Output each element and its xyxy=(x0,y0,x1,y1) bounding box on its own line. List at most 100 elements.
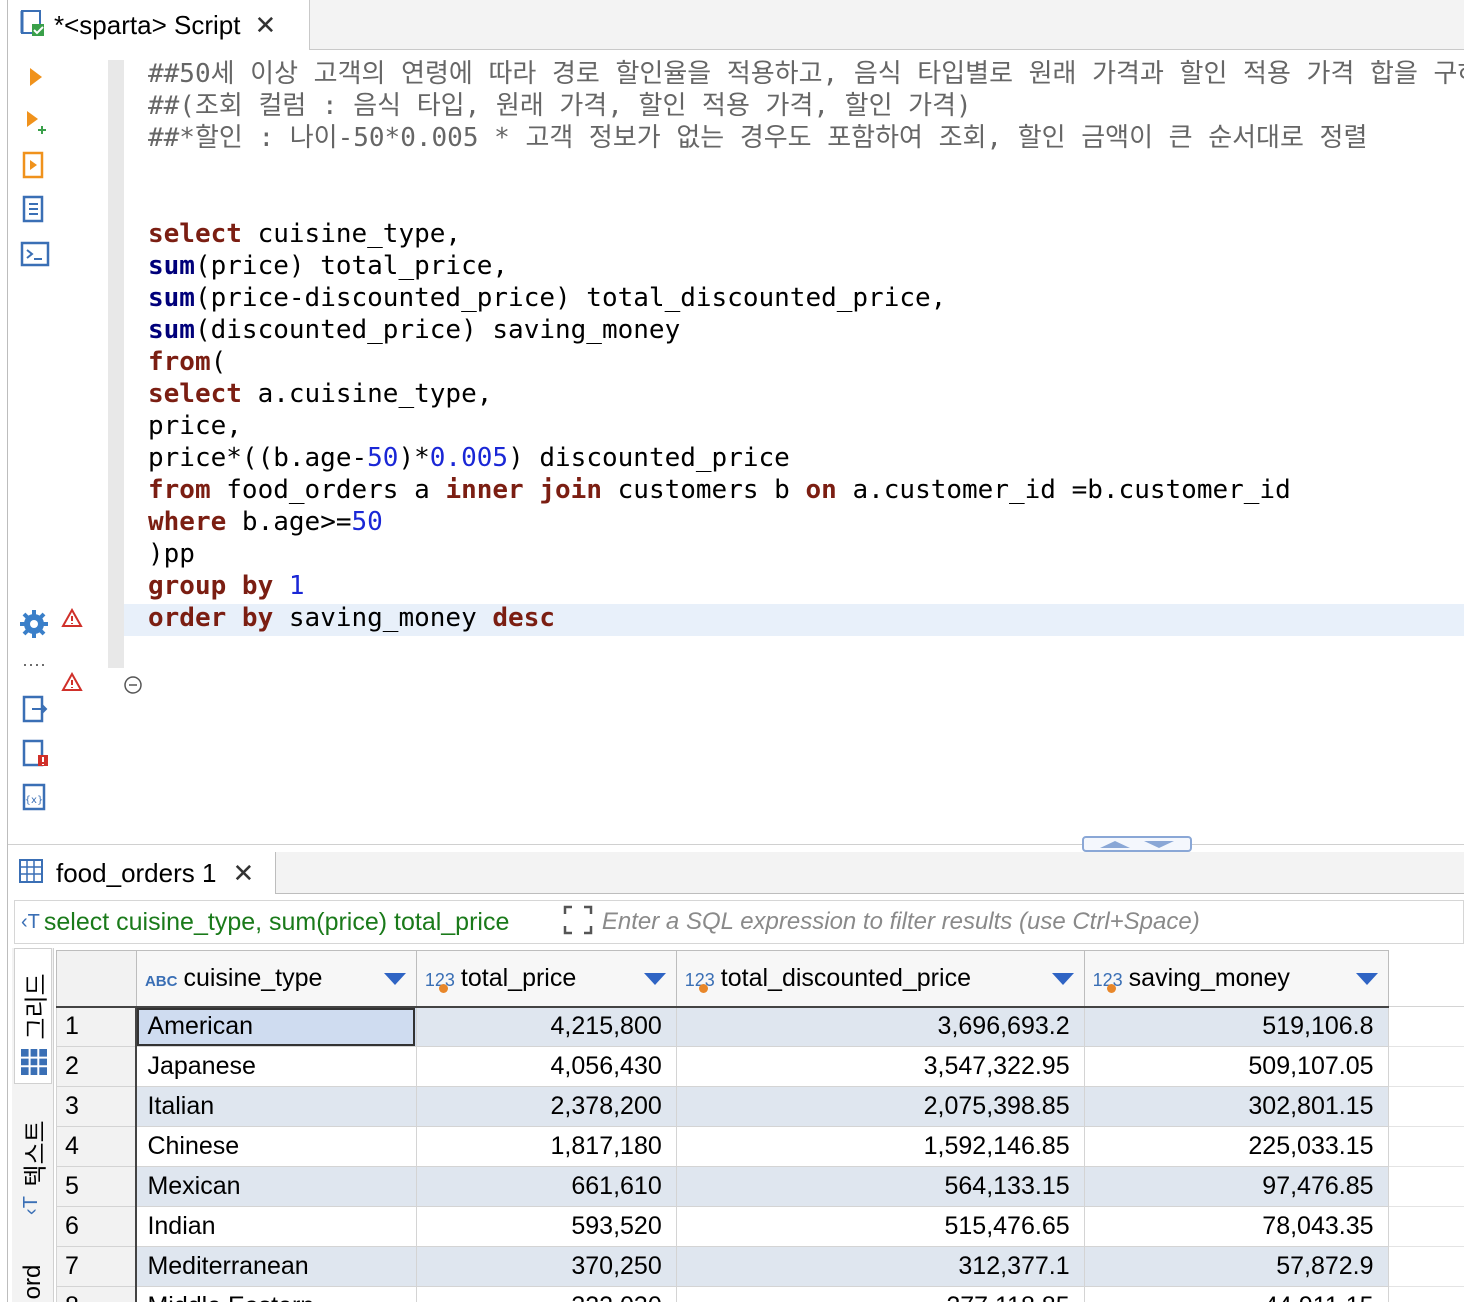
sort-dropdown-icon[interactable] xyxy=(1355,973,1378,985)
column-header-cuisine-type[interactable]: ABC cuisine_type xyxy=(135,950,417,1008)
code-line[interactable]: )pp xyxy=(148,538,195,570)
code-line[interactable]: select a.cuisine_type, xyxy=(148,378,492,410)
cell-total-discounted-price[interactable]: 1,592,146.85 xyxy=(675,1126,1085,1167)
sort-dropdown-icon[interactable] xyxy=(1051,973,1074,985)
code-line[interactable]: select cuisine_type, xyxy=(148,218,461,250)
table-row[interactable]: 5 Mexican 661,610 564,133.15 97,476.85 xyxy=(56,1166,1464,1207)
table-row[interactable]: 1 American 4,215,800 3,696,693.2 519,106.8 xyxy=(56,1006,1464,1047)
code-comment-line[interactable]: ##50세 이상 고객의 연령에 따라 경로 할인율을 적용하고, 음식 타입별… xyxy=(148,58,1464,90)
cell-saving-money[interactable]: 509,107.05 xyxy=(1083,1046,1389,1087)
row-number[interactable]: 8 xyxy=(56,1286,138,1302)
code-line[interactable]: order by saving_money desc xyxy=(148,602,555,634)
table-row[interactable]: 3 Italian 2,378,200 2,075,398.85 302,801.15 xyxy=(56,1086,1464,1127)
cell-cuisine-type[interactable]: Middle Eastern xyxy=(135,1286,417,1302)
cell-saving-money[interactable]: 57,872.9 xyxy=(1083,1246,1389,1287)
execute-new-tab-icon[interactable] xyxy=(22,108,50,136)
cell-saving-money[interactable]: 78,043.35 xyxy=(1083,1206,1389,1247)
terminal-icon[interactable] xyxy=(20,240,50,268)
view-tab-text[interactable]: 텍스트 ‹T xyxy=(14,1110,52,1230)
left-border xyxy=(7,0,8,1302)
row-number[interactable]: 5 xyxy=(56,1166,138,1207)
row-number[interactable]: 3 xyxy=(56,1086,138,1127)
settings-gear-icon[interactable] xyxy=(18,608,50,640)
cell-saving-money[interactable]: 519,106.8 xyxy=(1083,1006,1389,1047)
column-name: saving_money xyxy=(1128,963,1290,992)
column-header-total-discounted-price[interactable]: 123 total_discounted_price xyxy=(675,950,1085,1008)
row-number[interactable]: 4 xyxy=(56,1126,138,1167)
table-row[interactable]: 2 Japanese 4,056,430 3,547,322.95 509,107.05 xyxy=(56,1046,1464,1087)
expand-icon[interactable] xyxy=(562,904,594,941)
svg-text:{x}: {x} xyxy=(25,795,44,806)
cell-total-price[interactable]: 661,610 xyxy=(415,1166,677,1207)
row-number-header[interactable] xyxy=(56,950,137,1008)
table-row[interactable]: 8Middle Eastern322,030277,118.8544,911.1… xyxy=(56,1286,1464,1302)
cell-total-price[interactable]: 370,250 xyxy=(415,1246,677,1287)
cell-cuisine-type[interactable]: Chinese xyxy=(135,1126,417,1167)
error-log-icon[interactable] xyxy=(20,738,50,768)
cell-saving-money[interactable]: 97,476.85 xyxy=(1083,1166,1389,1207)
cell-saving-money[interactable]: 44,911.15 xyxy=(1083,1286,1389,1302)
cell-cuisine-type[interactable]: American xyxy=(135,1006,417,1047)
code-line[interactable]: sum(discounted_price) saving_money xyxy=(148,314,680,346)
cell-saving-money[interactable]: 302,801.15 xyxy=(1083,1086,1389,1127)
code-comment-line[interactable]: ##*할인 : 나이-50*0.005 * 고객 정보가 없는 경우도 포함하여… xyxy=(148,122,1367,154)
cell-total-price[interactable]: 4,056,430 xyxy=(415,1046,677,1087)
variables-icon[interactable]: {x} xyxy=(20,782,50,812)
table-row[interactable]: 4 Chinese 1,817,180 1,592,146.85 225,033.15 xyxy=(56,1126,1464,1167)
code-line[interactable]: sum(price) total_price, xyxy=(148,250,508,282)
cell-total-price[interactable]: 2,378,200 xyxy=(415,1086,677,1127)
sort-dropdown-icon[interactable] xyxy=(643,973,666,985)
close-icon[interactable]: ✕ xyxy=(254,10,276,41)
column-header-saving-money[interactable]: 123 saving_money xyxy=(1083,950,1389,1008)
results-tab-food-orders[interactable]: food_orders 1 ✕ xyxy=(8,852,276,894)
cell-cuisine-type[interactable]: Mediterranean xyxy=(135,1246,417,1287)
export-icon[interactable] xyxy=(20,694,50,724)
cell-cuisine-type[interactable]: Italian xyxy=(135,1086,417,1127)
code-line[interactable]: where b.age>=50 xyxy=(148,506,383,538)
cell-total-discounted-price[interactable]: 3,547,322.95 xyxy=(675,1046,1085,1087)
cell-total-discounted-price[interactable]: 2,075,398.85 xyxy=(675,1086,1085,1127)
column-header-total-price[interactable]: 123 total_price xyxy=(415,950,677,1008)
results-grid[interactable]: ABC cuisine_type 123 total_price 123 total_… xyxy=(56,950,1464,1302)
results-table: ABC cuisine_type 123 total_price 123 total_… xyxy=(56,950,1464,1302)
execute-script-icon[interactable] xyxy=(20,150,48,180)
cell-total-price[interactable]: 322,030 xyxy=(415,1286,677,1302)
cell-cuisine-type[interactable]: Mexican xyxy=(135,1166,417,1207)
cell-total-price[interactable]: 1,817,180 xyxy=(415,1126,677,1167)
filter-input[interactable]: Enter a SQL expression to filter results… xyxy=(602,908,1200,936)
code-line[interactable]: sum(price-discounted_price) total_discou… xyxy=(148,282,946,314)
execute-statement-icon[interactable] xyxy=(22,64,48,90)
cell-total-discounted-price[interactable]: 312,377.1 xyxy=(675,1246,1085,1287)
cell-total-price[interactable]: 593,520 xyxy=(415,1206,677,1247)
code-line[interactable]: from food_orders a inner join customers … xyxy=(148,474,1291,506)
row-number[interactable]: 6 xyxy=(56,1206,138,1247)
table-row[interactable]: 7 Mediterranean 370,250 312,377.1 57,872.9 xyxy=(56,1246,1464,1287)
more-dots-icon[interactable]: ···· xyxy=(18,654,50,674)
cell-cuisine-type[interactable]: Indian xyxy=(135,1206,417,1247)
table-row[interactable]: 6 Indian 593,520 515,476.65 78,043.35 xyxy=(56,1206,1464,1247)
cell-total-discounted-price[interactable]: 3,696,693.2 xyxy=(675,1006,1085,1047)
cell-total-discounted-price[interactable]: 515,476.65 xyxy=(675,1206,1085,1247)
code-line[interactable]: from( xyxy=(148,346,226,378)
cell-total-discounted-price[interactable]: 277,118.85 xyxy=(675,1286,1085,1302)
row-number[interactable]: 2 xyxy=(56,1046,138,1087)
editor-tab-script[interactable]: *<sparta> Script ✕ xyxy=(8,0,310,50)
cell-cuisine-type[interactable]: Japanese xyxy=(135,1046,417,1087)
sort-dropdown-icon[interactable] xyxy=(383,973,406,985)
script-list-icon[interactable] xyxy=(20,194,48,224)
code-line[interactable]: price, xyxy=(148,410,242,442)
cell-total-discounted-price[interactable]: 564,133.15 xyxy=(675,1166,1085,1207)
cell-saving-money[interactable]: 225,033.15 xyxy=(1083,1126,1389,1167)
cell-total-price[interactable]: 4,215,800 xyxy=(415,1006,677,1047)
view-tab-record[interactable]: ord xyxy=(14,1248,52,1302)
panel-splitter-handle[interactable] xyxy=(1082,836,1192,852)
collapse-icon[interactable] xyxy=(122,674,144,696)
row-number[interactable]: 1 xyxy=(56,1006,138,1047)
query-preview[interactable]: select cuisine_type, sum(price) total_pr… xyxy=(44,908,556,937)
code-comment-line[interactable]: ##(조회 컬럼 : 음식 타입, 원래 가격, 할인 적용 가격, 할인 가격… xyxy=(148,90,972,122)
view-tab-grid[interactable]: 그리드 xyxy=(14,948,52,1084)
close-icon[interactable]: ✕ xyxy=(232,858,254,889)
row-number[interactable]: 7 xyxy=(56,1246,138,1287)
code-line[interactable]: group by 1 xyxy=(148,570,305,602)
code-line[interactable]: price*((b.age-50)*0.005) discounted_pric… xyxy=(148,442,790,474)
